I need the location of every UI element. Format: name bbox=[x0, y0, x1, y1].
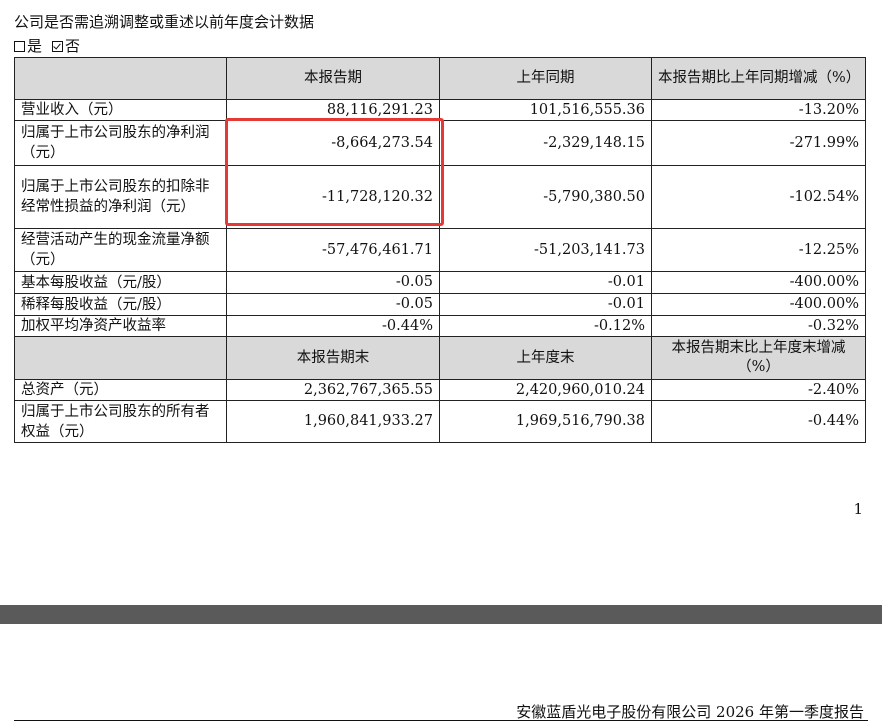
page-number: 1 bbox=[853, 500, 863, 518]
cell-value: -57,476,461.71 bbox=[226, 228, 440, 272]
header-period-end: 本报告期末 bbox=[226, 336, 440, 380]
table-row: 归属于上市公司股东的所有者权益（元） 1,960,841,933.27 1,96… bbox=[14, 400, 866, 443]
table-header-row: 本报告期末 上年度末 本报告期末比上年度末增减（%） bbox=[14, 336, 866, 380]
cell-value: -2,329,148.15 bbox=[439, 120, 652, 166]
cell-value: -51,203,141.73 bbox=[439, 228, 652, 272]
cell-value: 101,516,555.36 bbox=[439, 99, 652, 121]
header-prior-period: 上年同期 bbox=[439, 57, 652, 100]
cell-value: -5,790,380.50 bbox=[439, 165, 652, 229]
cell-value: -0.44% bbox=[651, 400, 866, 443]
restatement-question: 公司是否需追溯调整或重述以前年度会计数据 bbox=[14, 13, 315, 31]
header-period-change: 本报告期比上年同期增减（%） bbox=[651, 57, 866, 100]
cell-value: -0.05 bbox=[226, 293, 440, 316]
table-row: 总资产（元） 2,362,767,365.55 2,420,960,010.24… bbox=[14, 379, 866, 401]
header-current-period: 本报告期 bbox=[226, 57, 440, 100]
cell-value: 2,420,960,010.24 bbox=[439, 379, 652, 401]
cell-value: -0.01 bbox=[439, 293, 652, 316]
header-prior-year-end: 上年度末 bbox=[439, 336, 652, 380]
cell-value: -13.20% bbox=[651, 99, 866, 121]
cell-value: -400.00% bbox=[651, 293, 866, 316]
row-label: 归属于上市公司股东的所有者权益（元） bbox=[14, 400, 227, 443]
header-year-end-change: 本报告期末比上年度末增减（%） bbox=[651, 336, 866, 380]
cell-value: -102.54% bbox=[651, 165, 866, 229]
cell-value: -271.99% bbox=[651, 120, 866, 166]
table-row: 经营活动产生的现金流量净额（元） -57,476,461.71 -51,203,… bbox=[14, 228, 866, 272]
row-label: 营业收入（元） bbox=[14, 99, 227, 121]
option-yes-label: 是 bbox=[27, 37, 43, 55]
row-label: 总资产（元） bbox=[14, 379, 227, 401]
report-footer: 安徽蓝盾光电子股份有限公司 2026 年第一季度报告 bbox=[516, 703, 864, 721]
restatement-options: 是 否 bbox=[14, 37, 90, 55]
cell-value: 1,969,516,790.38 bbox=[439, 400, 652, 443]
cell-value: -0.44% bbox=[226, 315, 440, 337]
cell-value: -12.25% bbox=[651, 228, 866, 272]
cell-value: -2.40% bbox=[651, 379, 866, 401]
table-header-row: 本报告期 上年同期 本报告期比上年同期增减（%） bbox=[14, 57, 866, 100]
row-label: 基本每股收益（元/股） bbox=[14, 271, 227, 294]
table-row: 基本每股收益（元/股） -0.05 -0.01 -400.00% bbox=[14, 271, 866, 294]
cell-value: -0.32% bbox=[651, 315, 866, 337]
table-row: 稀释每股收益（元/股） -0.05 -0.01 -400.00% bbox=[14, 293, 866, 316]
row-label: 经营活动产生的现金流量净额（元） bbox=[14, 228, 227, 272]
checkbox-no[interactable] bbox=[52, 40, 64, 52]
cell-value: 2,362,767,365.55 bbox=[226, 379, 440, 401]
highlight-box bbox=[225, 118, 444, 226]
option-no-label: 否 bbox=[65, 37, 81, 55]
cell-value: 1,960,841,933.27 bbox=[226, 400, 440, 443]
row-label: 归属于上市公司股东的净利润（元） bbox=[14, 120, 227, 166]
cell-value: -0.05 bbox=[226, 271, 440, 294]
table-row: 加权平均净资产收益率 -0.44% -0.12% -0.32% bbox=[14, 315, 866, 337]
row-label: 归属于上市公司股东的扣除非经常性损益的净利润（元） bbox=[14, 165, 227, 229]
cell-value: -400.00% bbox=[651, 271, 866, 294]
cell-value: -0.12% bbox=[439, 315, 652, 337]
financial-data-table: 本报告期 上年同期 本报告期比上年同期增减（%） 营业收入（元） 88,116,… bbox=[14, 57, 866, 443]
row-label: 加权平均净资产收益率 bbox=[14, 315, 227, 337]
row-label: 稀释每股收益（元/股） bbox=[14, 293, 227, 316]
footer-rule bbox=[14, 720, 868, 721]
header-blank bbox=[14, 57, 227, 100]
cell-value: -0.01 bbox=[439, 271, 652, 294]
header-blank bbox=[14, 336, 227, 380]
page-separator-bar bbox=[0, 605, 882, 624]
checkbox-yes[interactable] bbox=[14, 40, 25, 52]
